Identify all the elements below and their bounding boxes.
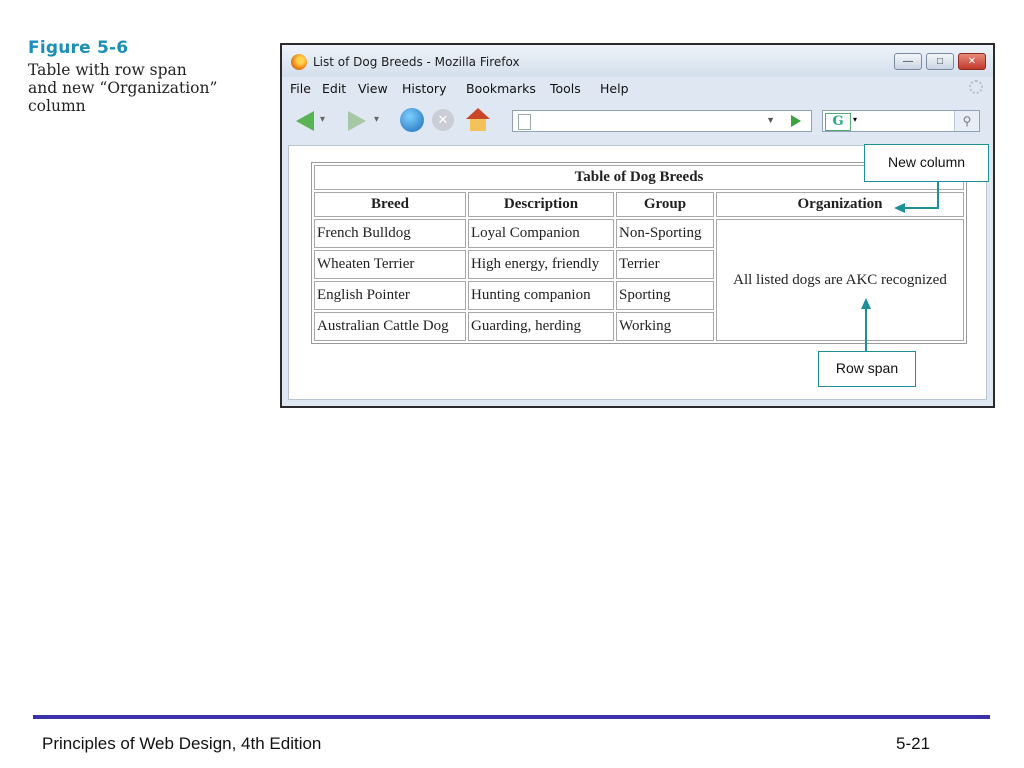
description-cell: Guarding, herding	[468, 312, 614, 341]
organization-rowspan-cell: All listed dogs are AKC recognized	[716, 219, 964, 341]
menu-help[interactable]: Help	[600, 81, 629, 96]
new-column-arrowhead-icon	[894, 203, 905, 213]
address-bar[interactable]: ▼	[512, 110, 812, 132]
menu-tools[interactable]: Tools	[550, 81, 581, 96]
reload-icon[interactable]	[400, 108, 424, 132]
engine-dropdown-icon[interactable]: ▾	[853, 115, 857, 124]
back-dropdown-icon[interactable]: ▾	[320, 114, 325, 125]
row-span-arrow-line	[865, 307, 867, 351]
menu-edit[interactable]: Edit	[322, 81, 346, 96]
header-organization: Organization	[716, 192, 964, 217]
back-arrow-icon[interactable]	[296, 111, 314, 131]
navigation-toolbar: ▾ ▾ ✕ ▼ G ▾ ⚲	[282, 99, 993, 141]
description-cell: Loyal Companion	[468, 219, 614, 248]
menu-bookmarks[interactable]: Bookmarks	[466, 81, 536, 96]
menu-history[interactable]: History	[402, 81, 446, 96]
table-row: French Bulldog Loyal Companion Non-Sport…	[314, 219, 964, 341]
page-icon	[518, 114, 531, 130]
menu-file[interactable]: File	[290, 81, 311, 96]
url-dropdown-icon[interactable]: ▼	[766, 115, 775, 125]
row-span-arrowhead-icon	[861, 298, 871, 309]
header-breed: Breed	[314, 192, 466, 217]
minimize-button[interactable]: —	[894, 53, 922, 70]
group-cell: Working	[616, 312, 714, 341]
header-group: Group	[616, 192, 714, 217]
figure-label: Figure 5-6	[28, 38, 129, 58]
group-cell: Terrier	[616, 250, 714, 279]
breed-cell: Wheaten Terrier	[314, 250, 466, 279]
breed-cell: English Pointer	[314, 281, 466, 310]
row-span-callout: Row span	[818, 351, 916, 387]
search-magnifier-icon[interactable]: ⚲	[954, 111, 979, 131]
figure-caption: Figure 5-6 Table with row span and new “…	[28, 38, 268, 115]
caption-line: column	[28, 97, 86, 115]
menu-bar: File Edit View History Bookmarks Tools H…	[282, 77, 993, 99]
group-cell: Non-Sporting	[616, 219, 714, 248]
new-column-callout: New column	[864, 144, 989, 182]
new-column-arrow-stem	[937, 182, 939, 209]
header-description: Description	[468, 192, 614, 217]
new-column-arrow-line	[905, 207, 939, 209]
footer-page-number: 5-21	[896, 734, 931, 753]
forward-arrow-icon[interactable]	[348, 111, 366, 131]
firefox-logo-icon	[291, 54, 307, 70]
search-box[interactable]: G ▾ ⚲	[822, 110, 980, 132]
menu-view[interactable]: View	[358, 81, 388, 96]
forward-dropdown-icon[interactable]: ▾	[374, 114, 379, 125]
home-icon[interactable]	[466, 108, 490, 132]
breed-cell: French Bulldog	[314, 219, 466, 248]
title-bar[interactable]: List of Dog Breeds - Mozilla Firefox — □…	[282, 45, 993, 77]
figure-description: Table with row span and new “Organizatio…	[28, 61, 268, 115]
go-arrow-icon[interactable]	[791, 115, 801, 127]
group-cell: Sporting	[616, 281, 714, 310]
close-button[interactable]: ✕	[958, 53, 986, 70]
description-cell: High energy, friendly	[468, 250, 614, 279]
footer-divider	[33, 715, 990, 719]
google-engine-icon[interactable]: G	[825, 113, 851, 131]
activity-throbber-icon	[969, 80, 983, 94]
description-cell: Hunting companion	[468, 281, 614, 310]
window-title: List of Dog Breeds - Mozilla Firefox	[313, 55, 520, 69]
caption-line: and new “Organization”	[28, 79, 218, 97]
dog-breeds-table: Table of Dog Breeds Breed Description Gr…	[311, 162, 967, 344]
breed-cell: Australian Cattle Dog	[314, 312, 466, 341]
stop-icon[interactable]: ✕	[432, 109, 454, 131]
footer-book-title: Principles of Web Design, 4th Edition	[42, 734, 322, 753]
caption-line: Table with row span	[28, 61, 187, 79]
maximize-button[interactable]: □	[926, 53, 954, 70]
